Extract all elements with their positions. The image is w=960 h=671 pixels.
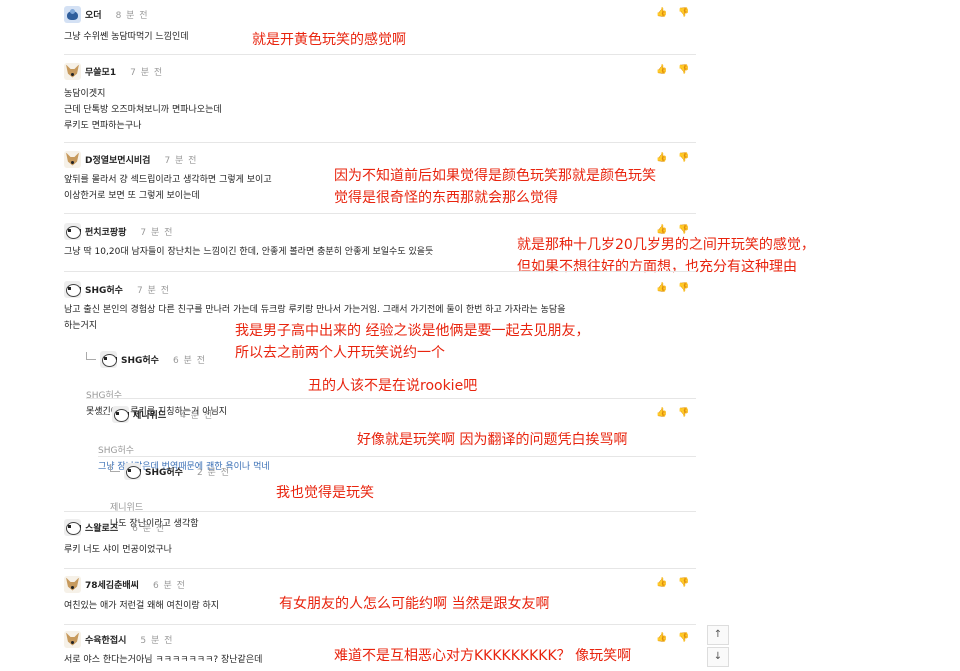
username[interactable]: 무쓸모1 bbox=[85, 65, 116, 78]
divider bbox=[86, 398, 696, 399]
translation-annotation: 好像就是玩笑啊 因为翻译的问题凭白挨骂啊 bbox=[357, 432, 628, 448]
vote-buttons: 👍 👎 bbox=[656, 578, 689, 588]
thumbs-down-icon[interactable]: 👎 bbox=[678, 153, 689, 163]
comment-header: SHG허수 7 분 전 👍 👎 bbox=[64, 280, 696, 298]
thumbs-up-icon[interactable]: 👍 bbox=[656, 65, 667, 75]
timestamp: 6 분 전 bbox=[152, 580, 186, 591]
thumbs-down-icon[interactable]: 👎 bbox=[678, 578, 689, 588]
translation-annotation: 有女朋友的人怎么可能约啊 当然是跟女友啊 bbox=[279, 596, 550, 612]
thumbs-up-icon[interactable]: 👍 bbox=[656, 408, 667, 418]
timestamp: 5 분 전 bbox=[140, 635, 174, 646]
avatar[interactable] bbox=[64, 222, 81, 240]
thumbs-down-icon[interactable]: 👎 bbox=[678, 408, 689, 418]
vote-buttons: 👍 👎 bbox=[656, 153, 689, 163]
avatar[interactable] bbox=[64, 62, 81, 80]
comment-header: 제니위드 4 분 전 👍 👎 bbox=[98, 405, 696, 423]
timestamp: 6 분 전 bbox=[172, 355, 206, 366]
timestamp: 7 분 전 bbox=[130, 67, 164, 78]
thumbs-down-icon[interactable]: 👎 bbox=[678, 283, 689, 293]
username[interactable]: D정열보면시비검 bbox=[85, 153, 150, 166]
username[interactable]: SHG허수 bbox=[145, 465, 183, 478]
username[interactable]: 78세김춘배씨 bbox=[85, 578, 139, 591]
vote-buttons: 👍 👎 bbox=[656, 633, 689, 643]
translation-annotation: 丑的人该不是在说rookie吧 bbox=[308, 378, 478, 394]
avatar[interactable] bbox=[64, 575, 81, 593]
divider bbox=[98, 456, 696, 457]
comment-header: 무쓸모1 7 분 전 👍 👎 bbox=[64, 62, 696, 80]
timestamp: 7 분 전 bbox=[164, 155, 198, 166]
arrow-up-icon[interactable]: ↑ bbox=[707, 625, 729, 645]
translation-annotation: 难道不是互相恶心对方KKKKKKKKK？ 像玩笑啊 bbox=[334, 648, 632, 664]
username[interactable]: SHG허수 bbox=[85, 283, 123, 296]
thumbs-up-icon[interactable]: 👍 bbox=[656, 8, 667, 18]
comment-item: 무쓸모1 7 분 전 👍 👎 농담이겟지 근데 단톡방 오즈마쳐보니까 면파나오… bbox=[64, 62, 696, 134]
comment-header: 오더 8 분 전 👍 👎 bbox=[64, 5, 696, 23]
timestamp: 2 분 전 bbox=[196, 467, 230, 478]
thumbs-up-icon[interactable]: 👍 bbox=[656, 283, 667, 293]
avatar[interactable] bbox=[64, 518, 81, 536]
comment-header: SHG허수 2 분 전 bbox=[110, 462, 696, 480]
timestamp: 8 분 전 bbox=[115, 10, 149, 21]
username[interactable]: 스왈로즈 bbox=[85, 521, 118, 534]
timestamp: 7 분 전 bbox=[136, 285, 170, 296]
comment-item: 스왈로즈 6 분 전 루키 너도 샤이 먼공이었구나 bbox=[64, 518, 696, 558]
comment-header: SHG허수 6 분 전 bbox=[86, 350, 696, 368]
thumbs-up-icon[interactable]: 👍 bbox=[656, 633, 667, 643]
username[interactable]: 수육한접시 bbox=[85, 633, 126, 646]
avatar[interactable] bbox=[100, 350, 117, 368]
comment-text: 그냥 딱 10,20대 남자들이 장난치는 느낌이긴 한데, 안좋게 볼라면 충… bbox=[64, 247, 434, 257]
avatar[interactable] bbox=[64, 150, 81, 168]
username[interactable]: SHG허수 bbox=[121, 353, 159, 366]
thumbs-up-icon[interactable]: 👍 bbox=[656, 153, 667, 163]
comment-header: 78세김춘배씨 6 분 전 👍 👎 bbox=[64, 575, 696, 593]
timestamp: 7 분 전 bbox=[140, 227, 174, 238]
divider bbox=[64, 142, 696, 143]
avatar[interactable] bbox=[64, 5, 81, 23]
avatar[interactable] bbox=[64, 280, 81, 298]
thumbs-down-icon[interactable]: 👎 bbox=[678, 633, 689, 643]
avatar[interactable] bbox=[124, 462, 141, 480]
vote-buttons: 👍 👎 bbox=[656, 283, 689, 293]
vote-buttons: 👍 👎 bbox=[656, 8, 689, 18]
divider bbox=[64, 511, 696, 512]
arrow-down-icon[interactable]: ↓ bbox=[707, 647, 729, 667]
thumbs-down-icon[interactable]: 👎 bbox=[678, 8, 689, 18]
translation-annotation: 就是开黄色玩笑的感觉啊 bbox=[252, 32, 406, 48]
username[interactable]: 제니위드 bbox=[133, 408, 166, 421]
divider bbox=[64, 624, 696, 625]
comment-header: 스왈로즈 6 분 전 bbox=[64, 518, 696, 536]
divider bbox=[64, 54, 696, 55]
username[interactable]: 오더 bbox=[85, 8, 102, 21]
divider bbox=[64, 271, 696, 272]
username[interactable]: 펀치코팡팡 bbox=[85, 225, 126, 238]
thumbs-down-icon[interactable]: 👎 bbox=[678, 65, 689, 75]
translation-annotation: 我也觉得是玩笑 bbox=[276, 485, 374, 501]
avatar[interactable] bbox=[64, 630, 81, 648]
thumbs-up-icon[interactable]: 👍 bbox=[656, 578, 667, 588]
mention[interactable]: SHG허수 bbox=[86, 391, 122, 401]
avatar[interactable] bbox=[112, 405, 129, 423]
divider bbox=[64, 568, 696, 569]
comment-text: 루키 너도 샤이 먼공이었구나 bbox=[64, 545, 172, 555]
timestamp: 4 분 전 bbox=[180, 410, 214, 421]
vote-buttons: 👍 👎 bbox=[656, 65, 689, 75]
translation-annotation: 因为不知道前后如果觉得是颜色玩笑那就是颜色玩笑 觉得是很奇怪的东西那就会那么觉得 bbox=[334, 168, 656, 206]
comment-text: 농담이겟지 근데 단톡방 오즈마쳐보니까 면파나오는데 루키도 면파하는구나 bbox=[64, 89, 222, 131]
divider bbox=[64, 213, 696, 214]
mention[interactable]: SHG허수 bbox=[98, 446, 134, 456]
timestamp: 6 분 전 bbox=[132, 523, 166, 534]
vote-buttons: 👍 👎 bbox=[656, 408, 689, 418]
